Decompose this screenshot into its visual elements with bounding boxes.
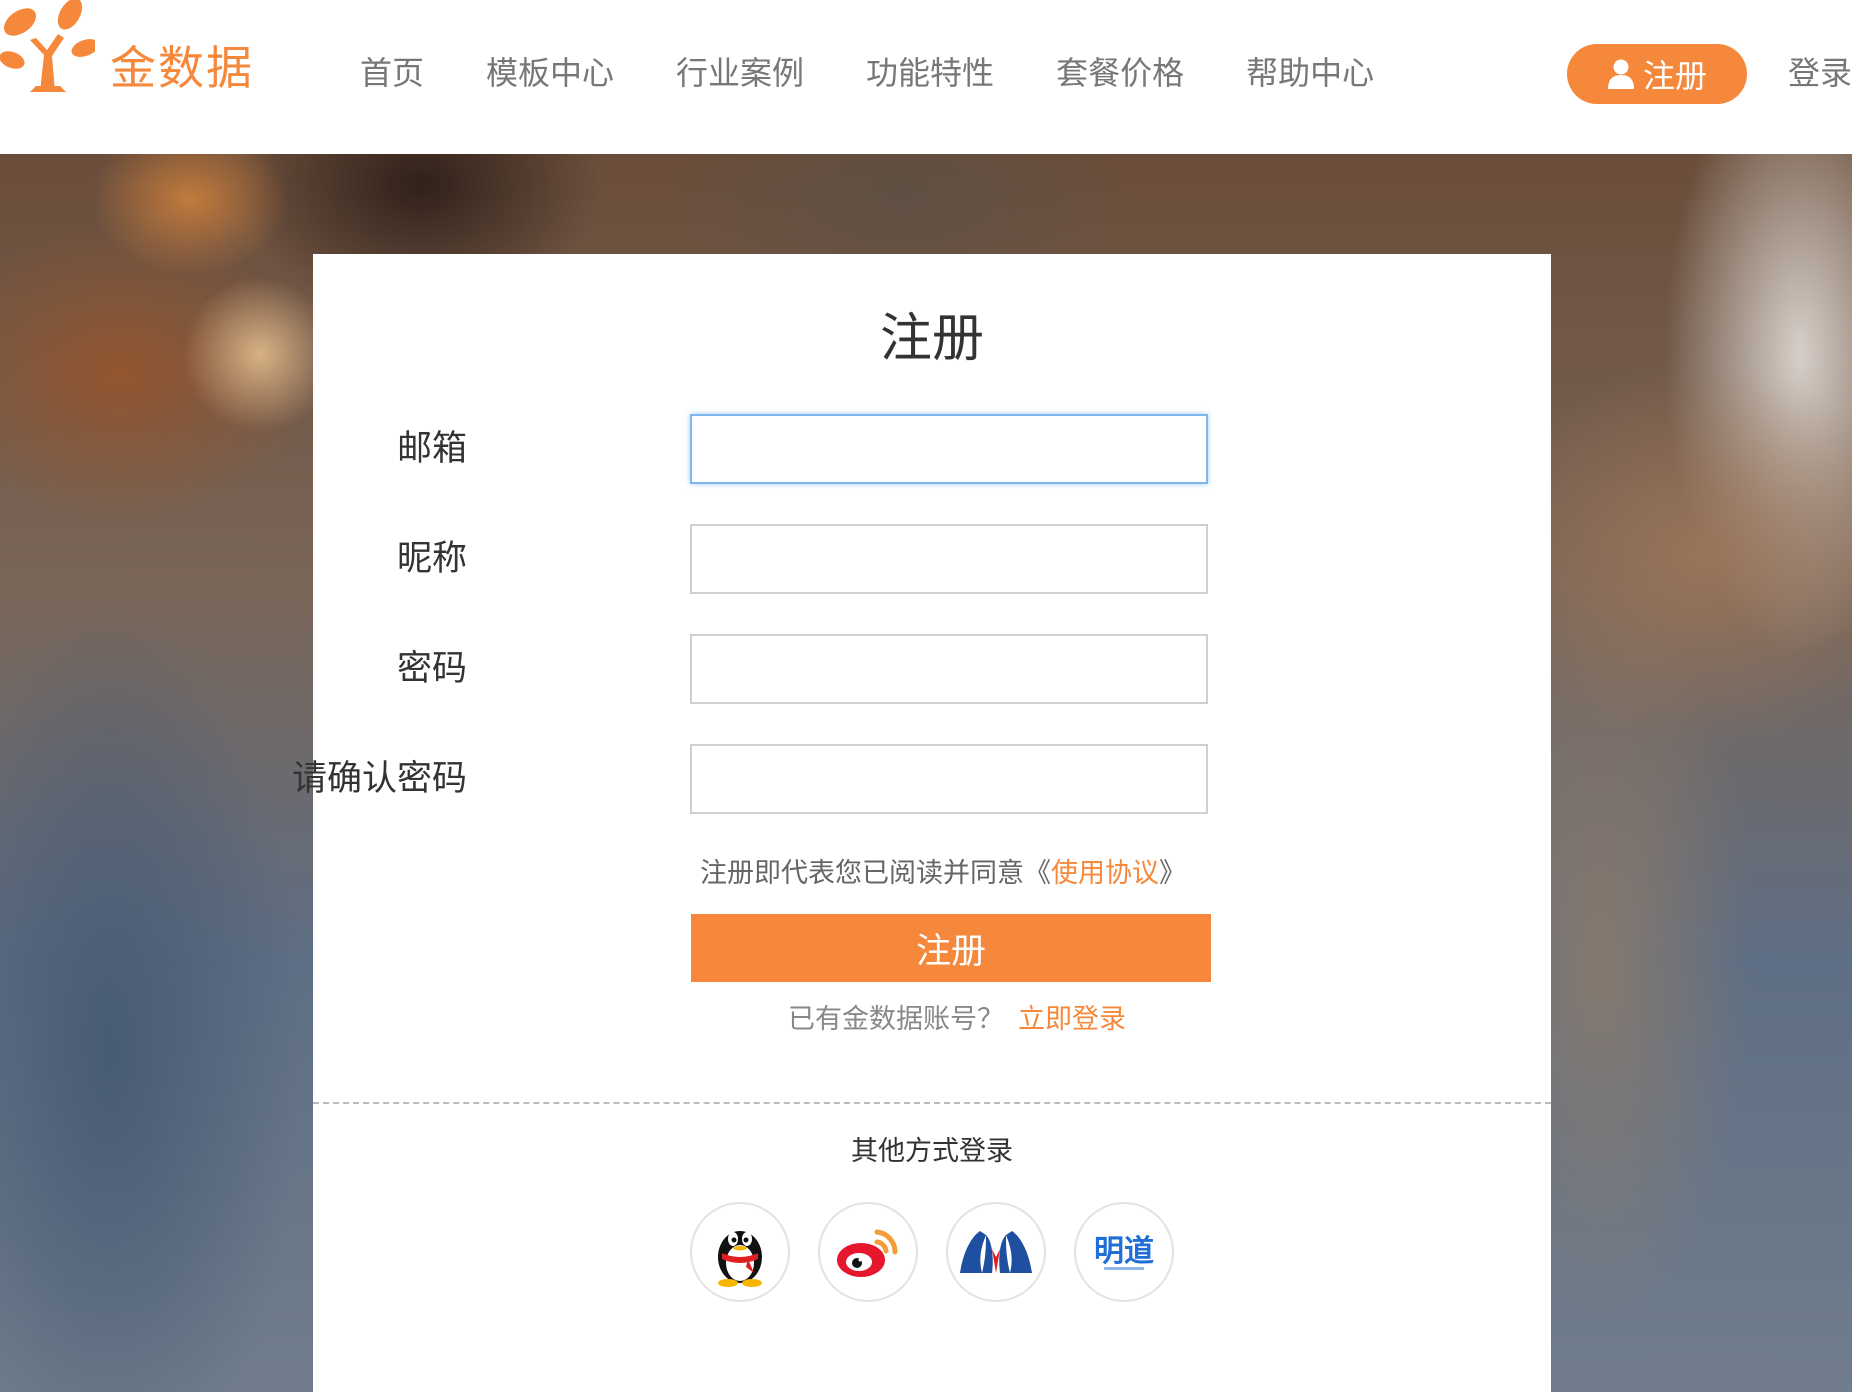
mingdao-login-button[interactable]: 明道	[1074, 1202, 1174, 1302]
social-login-list: 明道	[690, 1202, 1174, 1302]
email-label: 邮箱	[396, 429, 467, 469]
mingdao-icon: 明道	[1094, 1234, 1154, 1270]
mingdao-text: 明道	[1094, 1234, 1154, 1269]
agreement-prefix: 注册即代表您已阅读并同意《	[700, 858, 1051, 889]
nav-item-pricing[interactable]: 套餐价格	[1056, 48, 1184, 98]
agreement-suffix: 》	[1159, 858, 1186, 889]
terms-link[interactable]: 使用协议	[1051, 858, 1159, 889]
confirm-password-label: 请确认密码	[291, 759, 467, 799]
weibo-login-button[interactable]	[818, 1202, 918, 1302]
user-icon	[1607, 59, 1634, 89]
confirm-password-row: 请确认密码	[292, 744, 1551, 814]
dashed-divider	[313, 1102, 1551, 1104]
main-nav: 首页 模板中心 行业案例 功能特性 套餐价格 帮助中心	[360, 48, 1436, 98]
header-login-link[interactable]: 登录	[1788, 48, 1852, 98]
have-account-text: 已有金数据账号？ 立即登录	[313, 1000, 1551, 1040]
weibo-icon	[837, 1229, 898, 1277]
nav-item-home[interactable]: 首页	[360, 48, 424, 98]
email-field[interactable]	[690, 414, 1208, 484]
page-title: 注册	[879, 309, 984, 369]
nickname-row: 昵称	[313, 524, 1551, 594]
renren-icon	[960, 1231, 1032, 1273]
renren-login-button[interactable]	[946, 1202, 1046, 1302]
nickname-field[interactable]	[690, 524, 1208, 594]
nav-item-help[interactable]: 帮助中心	[1246, 48, 1374, 98]
confirm-password-field[interactable]	[690, 744, 1208, 814]
have-account-label: 已有金数据账号？	[788, 1004, 1004, 1035]
tree-logo-icon	[0, 0, 95, 92]
nickname-label: 昵称	[396, 539, 467, 579]
brand-name: 金数据	[110, 41, 254, 95]
password-field[interactable]	[690, 634, 1208, 704]
password-label: 密码	[396, 649, 467, 689]
register-card: 注册 邮箱 昵称 密码 请确认密码 注册即代表您已阅读并同意《使用协议》 注册 …	[292, 254, 1551, 1392]
register-submit-button[interactable]: 注册	[691, 914, 1211, 982]
qq-icon	[718, 1231, 762, 1287]
brand-logo[interactable]: 金数据	[0, 0, 270, 110]
login-now-link[interactable]: 立即登录	[1018, 1004, 1126, 1035]
nav-item-cases[interactable]: 行业案例	[676, 48, 804, 98]
nav-item-features[interactable]: 功能特性	[866, 48, 994, 98]
nav-item-templates[interactable]: 模板中心	[486, 48, 614, 98]
email-row: 邮箱	[313, 414, 1551, 484]
header-register-button[interactable]: 注册	[1567, 44, 1747, 104]
header-register-label: 注册	[1642, 57, 1707, 95]
top-header: 金数据 首页 模板中心 行业案例 功能特性 套餐价格 帮助中心 注册 登录	[0, 0, 1852, 154]
agreement-text: 注册即代表您已阅读并同意《使用协议》	[700, 854, 1186, 894]
qq-login-button[interactable]	[690, 1202, 790, 1302]
password-row: 密码	[313, 634, 1551, 704]
other-login-title: 其他方式登录	[851, 1136, 1013, 1167]
